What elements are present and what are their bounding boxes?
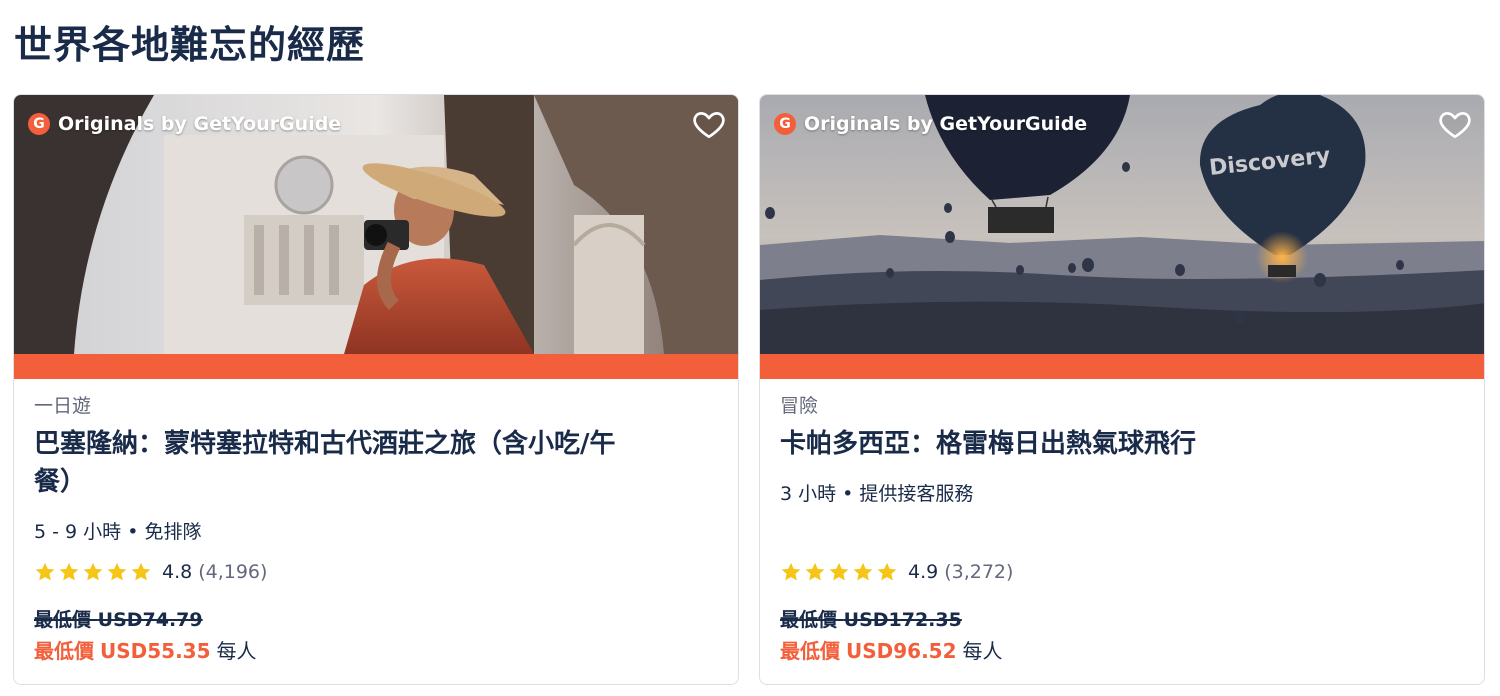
- review-count: (3,272): [944, 561, 1014, 583]
- original-price-value: USD74.79: [97, 609, 203, 631]
- discount-price-label: 最低價: [34, 639, 94, 663]
- original-price-label: 最低價: [780, 609, 838, 631]
- originals-accent-band: [760, 354, 1484, 379]
- originals-badge-label: Originals by GetYourGuide: [58, 113, 342, 135]
- per-person-label: 每人: [962, 639, 1003, 663]
- activity-photo-cappadocia[interactable]: Discovery G Originals by GetYourGuide: [760, 95, 1484, 354]
- activity-details: 5 - 9 小時 • 免排隊: [34, 521, 202, 543]
- discount-price-value: USD55.35: [100, 639, 211, 663]
- card-body: 冒險 卡帕多西亞：格雷梅日出熱氣球飛行 3 小時 • 提供接客服務 4.9 (3…: [780, 391, 1464, 663]
- star-icon: [853, 562, 873, 581]
- originals-badge: G Originals by GetYourGuide: [28, 113, 341, 135]
- card-body: 一日遊 巴塞隆納：蒙特塞拉特和古代酒莊之旅（含小吃/午 餐） 5 - 9 小時 …: [34, 391, 718, 663]
- star-icon: [131, 562, 151, 581]
- heart-outline-icon[interactable]: [692, 107, 726, 141]
- activity-card-cappadocia[interactable]: Discovery G Originals by GetYourGuide 冒險…: [759, 94, 1485, 685]
- star-rating: [34, 561, 152, 583]
- rating-value: 4.9: [908, 561, 939, 583]
- star-icon: [805, 562, 825, 581]
- activity-photo-montserrat[interactable]: G Originals by GetYourGuide: [14, 95, 738, 354]
- original-price-label: 最低價: [34, 609, 92, 631]
- star-icon: [83, 562, 103, 581]
- original-price-value: USD172.35: [843, 609, 962, 631]
- star-icon: [781, 562, 801, 581]
- activity-category: 一日遊: [34, 395, 92, 417]
- originals-accent-band: [14, 354, 738, 379]
- original-price: 最低價 USD172.35: [780, 605, 962, 632]
- activity-card-montserrat[interactable]: G Originals by GetYourGuide 一日遊 巴塞隆納：蒙特塞…: [13, 94, 739, 685]
- original-price: 最低價 USD74.79: [34, 605, 203, 632]
- activity-title-line1: 巴塞隆納：蒙特塞拉特和古代酒莊之旅（含小吃/午: [34, 429, 616, 459]
- star-icon: [59, 562, 79, 581]
- per-person-label: 每人: [216, 639, 257, 663]
- discount-price: 最低價 USD96.52 每人: [780, 635, 1003, 664]
- discount-price-value: USD96.52: [846, 639, 957, 663]
- discount-price-label: 最低價: [780, 639, 840, 663]
- originals-badge-label: Originals by GetYourGuide: [804, 113, 1088, 135]
- activity-title[interactable]: 巴塞隆納：蒙特塞拉特和古代酒莊之旅（含小吃/午 餐）: [34, 425, 718, 501]
- review-count: (4,196): [198, 561, 268, 583]
- activity-title[interactable]: 卡帕多西亞：格雷梅日出熱氣球飛行: [780, 425, 1464, 463]
- section-title: 世界各地難忘的經歷: [14, 23, 366, 67]
- discount-price: 最低價 USD55.35 每人: [34, 635, 257, 664]
- getyourguide-logo-icon: G: [774, 113, 796, 135]
- activity-title-line2: 餐）: [34, 467, 87, 497]
- heart-outline-icon[interactable]: [1438, 107, 1472, 141]
- activity-details: 3 小時 • 提供接客服務: [780, 483, 974, 505]
- star-rating: [780, 561, 898, 583]
- star-icon: [829, 562, 849, 581]
- star-icon: [35, 562, 55, 581]
- rating-value: 4.8: [162, 561, 193, 583]
- activity-category: 冒險: [780, 395, 819, 417]
- rating-row: 4.9 (3,272): [780, 561, 1013, 583]
- star-icon: [877, 562, 897, 581]
- getyourguide-logo-icon: G: [28, 113, 50, 135]
- originals-badge: G Originals by GetYourGuide: [774, 113, 1087, 135]
- rating-row: 4.8 (4,196): [34, 561, 267, 583]
- star-icon: [107, 562, 127, 581]
